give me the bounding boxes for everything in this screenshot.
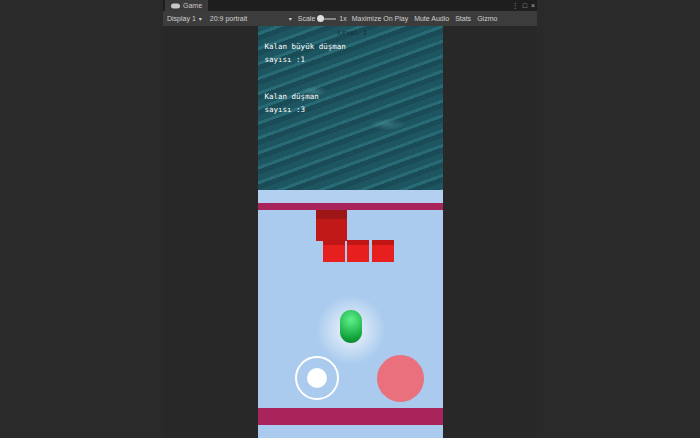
unity-editor: Game ⋮ □ × Display 1▾ 20:9 portrait▾ Scale 1… <box>0 0 700 438</box>
window-buttons: ⋮ □ × <box>512 2 535 10</box>
toggle-button[interactable]: Stats <box>454 15 472 22</box>
player <box>340 310 362 343</box>
enemy-cube <box>323 240 345 262</box>
scale-slider[interactable]: Scale 1x <box>298 15 347 22</box>
window-button[interactable]: × <box>531 2 535 10</box>
window-button[interactable]: □ <box>523 2 527 10</box>
bottom-wall <box>258 408 443 425</box>
enemy-counter: Kalan düşmansayısı :3 <box>265 90 443 116</box>
arena-floor <box>258 190 443 438</box>
toolbar: Display 1▾ 20:9 portrait▾ Scale 1x Maximize… <box>163 11 537 26</box>
game-panel: Game ⋮ □ × Display 1▾ 20:9 portrait▾ Scale 1… <box>163 0 537 438</box>
top-wall <box>258 203 443 210</box>
window-button[interactable]: ⋮ <box>512 2 519 10</box>
slider-knob[interactable] <box>317 15 324 22</box>
enemy-cube <box>316 210 347 241</box>
toggle-button[interactable]: Mute Audio <box>413 15 450 22</box>
game-viewport: Level 1 Kalan büyük düşmansayısı :1 Kalan… <box>258 26 443 438</box>
water-background: Level 1 Kalan büyük düşmansayısı :1 Kalan… <box>258 26 443 190</box>
toggle-button[interactable]: Gizmo <box>476 15 498 22</box>
enemy-counter: Kalan büyük düşmansayısı :1 <box>265 40 443 66</box>
game-tab[interactable]: Game <box>165 0 208 11</box>
enemy-cube <box>372 240 394 262</box>
toggle-button[interactable]: Maximize On Play <box>351 15 409 22</box>
tab-bar: Game ⋮ □ × <box>163 0 537 11</box>
attack-button[interactable] <box>377 355 424 402</box>
gamepad-icon <box>171 3 180 9</box>
dropdown[interactable]: Display 1▾ <box>165 15 204 22</box>
slider-track[interactable] <box>318 18 336 20</box>
joystick[interactable] <box>295 356 339 400</box>
enemy-cube <box>347 240 369 262</box>
dropdown[interactable]: 20:9 portrait▾ <box>208 15 294 22</box>
level-label: Level 1 <box>338 29 368 37</box>
joystick-knob[interactable] <box>307 368 327 388</box>
